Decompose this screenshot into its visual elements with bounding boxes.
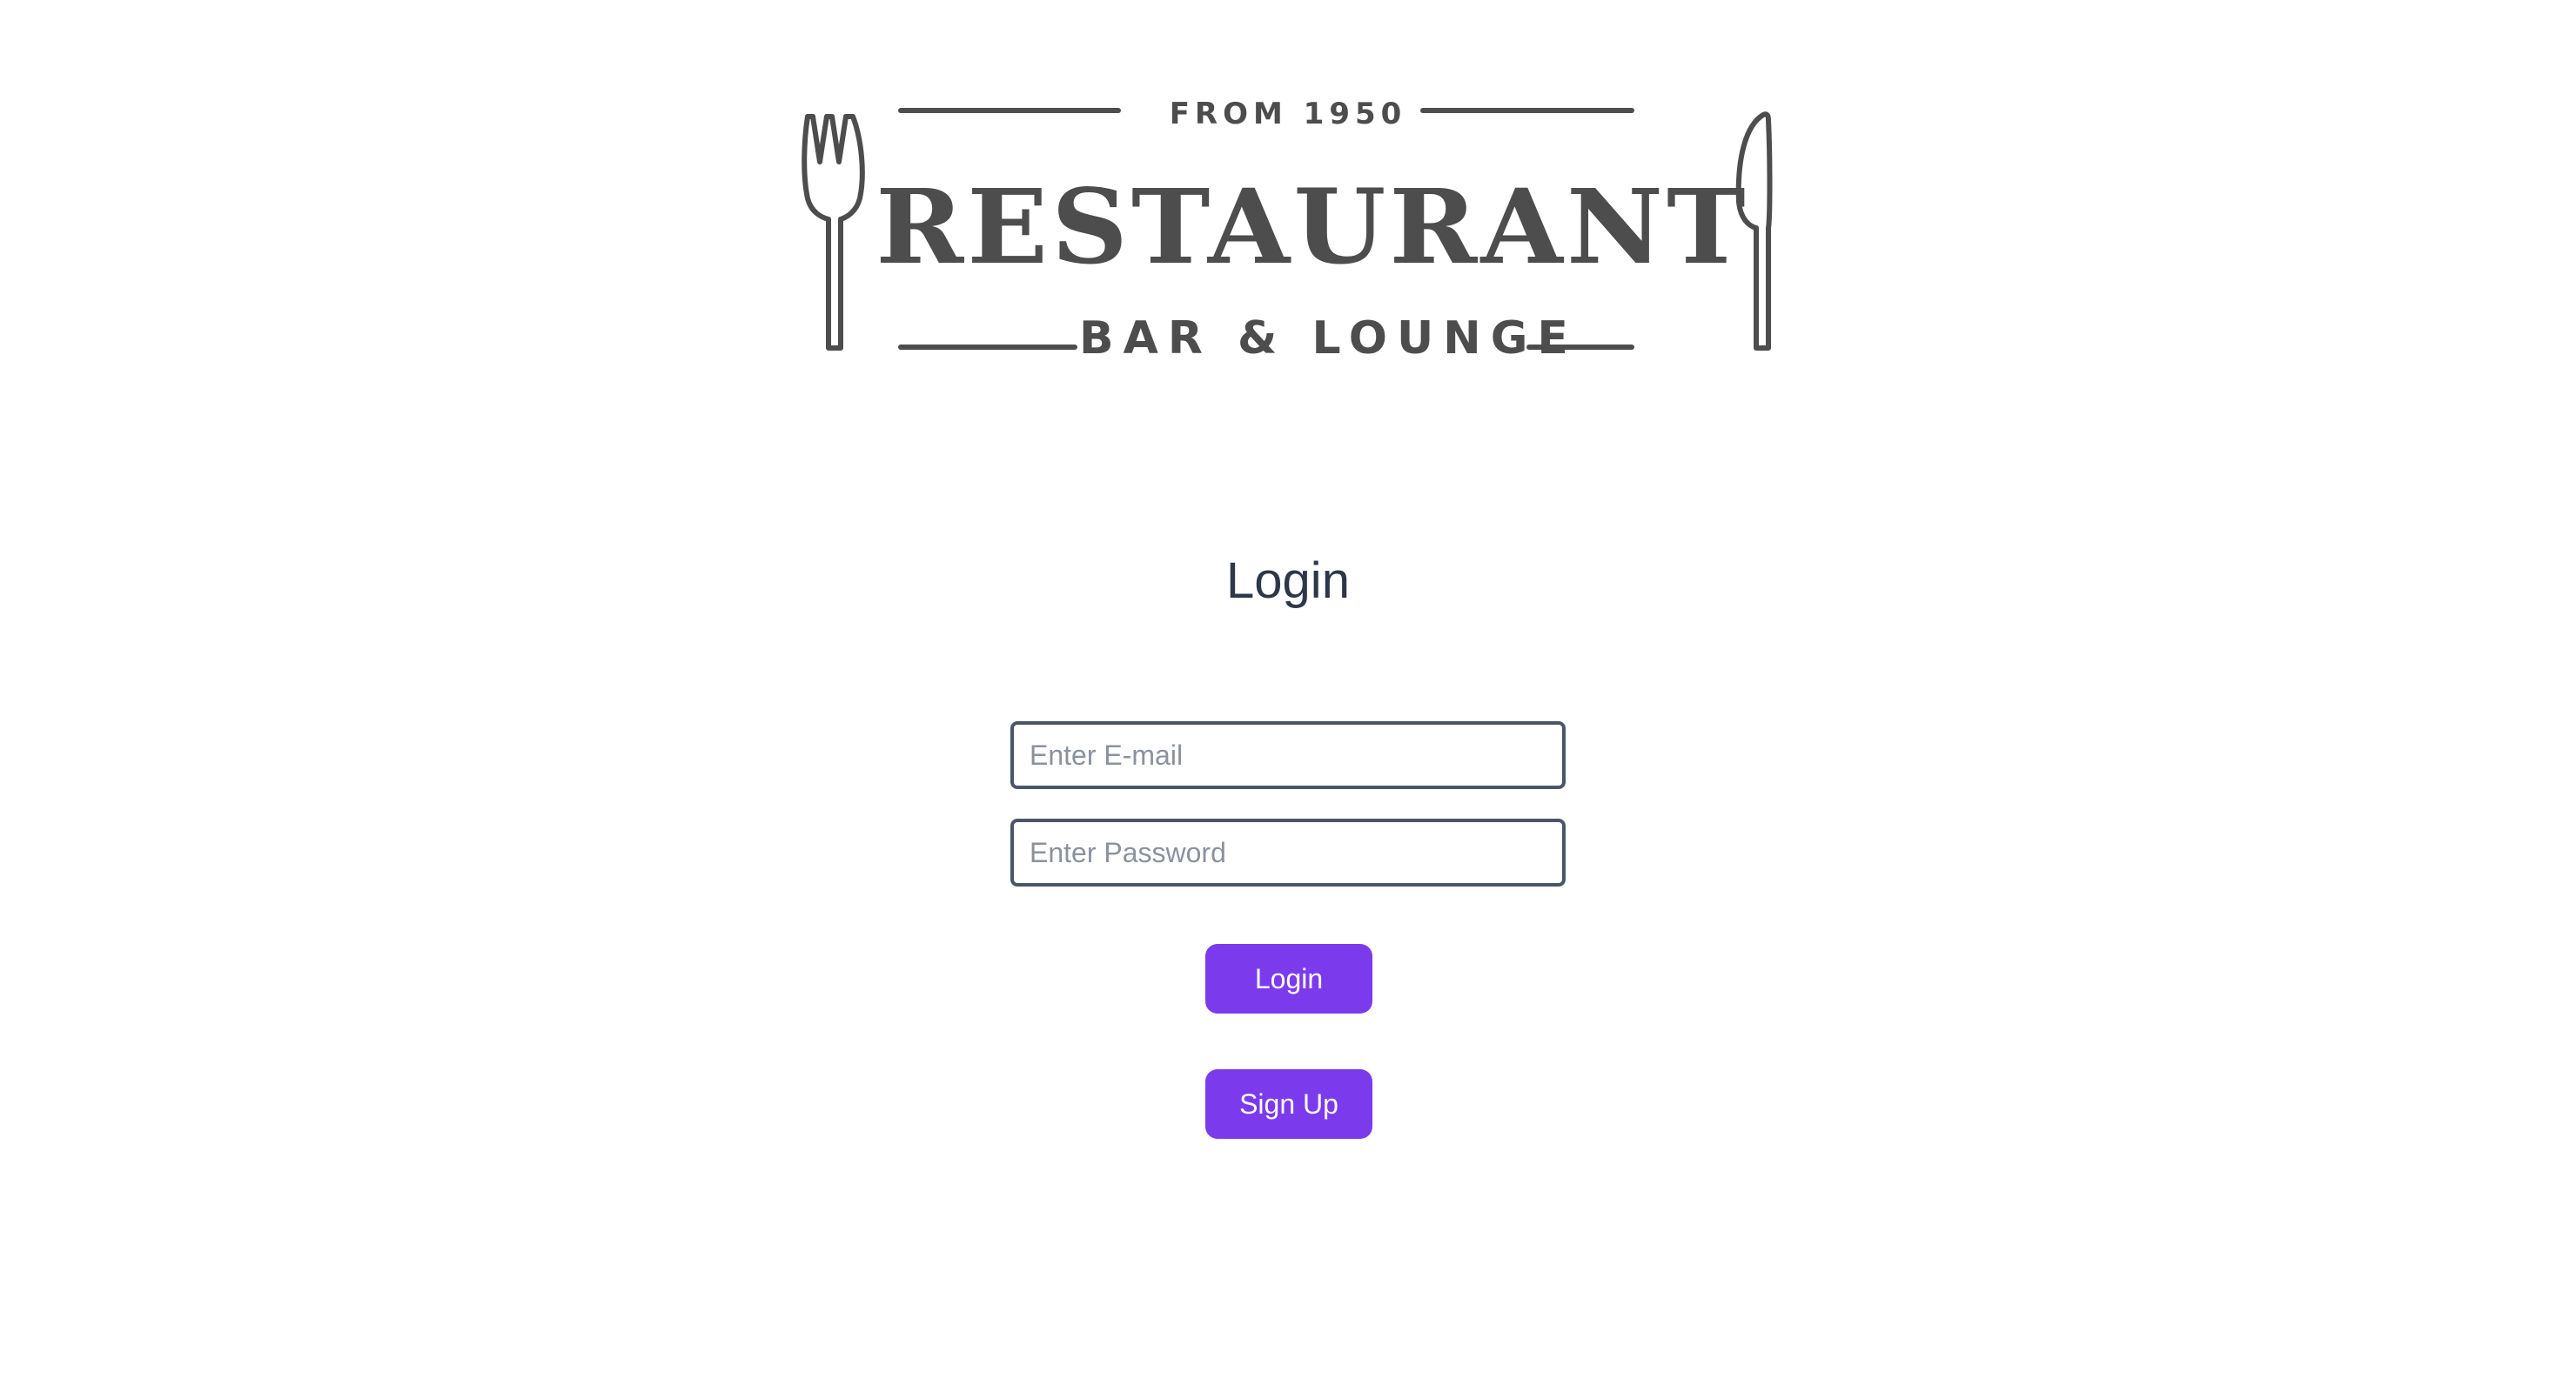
logo-main-text: RESTAURANT xyxy=(875,166,1749,287)
fork-icon xyxy=(802,114,865,351)
logo-top-left-line xyxy=(898,108,1121,113)
password-input[interactable] xyxy=(1010,819,1566,887)
page-title: Login xyxy=(1226,552,1350,609)
signup-button[interactable]: Sign Up xyxy=(1205,1069,1372,1139)
logo-top-right-line xyxy=(1420,108,1634,113)
logo-top-text: FROM 1950 xyxy=(1169,97,1407,131)
email-input[interactable] xyxy=(1010,721,1566,789)
logo-bottom-right-line xyxy=(1526,345,1634,350)
knife-icon xyxy=(1735,111,1773,351)
login-page: FROM 1950 RESTAURANT BAR & LOUNGE Login … xyxy=(0,0,2576,1392)
logo-bottom-left-line xyxy=(898,345,1077,350)
restaurant-logo: FROM 1950 RESTAURANT BAR & LOUNGE xyxy=(801,96,1775,362)
login-button[interactable]: Login xyxy=(1205,944,1372,1014)
logo-bottom-text: BAR & LOUNGE xyxy=(1079,312,1578,365)
